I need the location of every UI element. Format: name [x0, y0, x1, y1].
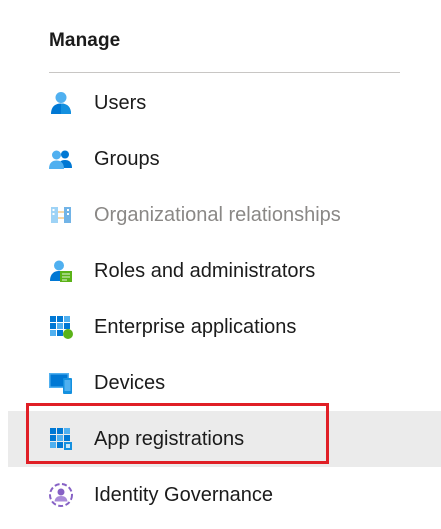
nav-item-label: Users — [94, 91, 147, 114]
nav-item-label: Groups — [94, 147, 160, 170]
group-icon — [48, 146, 74, 172]
nav-item-app-registrations[interactable]: App registrations — [8, 411, 441, 467]
nav-item-roles-and-administrators[interactable]: Roles and administrators — [0, 243, 441, 299]
devices-icon — [48, 370, 74, 396]
nav-item-label: App registrations — [94, 427, 245, 450]
nav-item-label: Roles and administrators — [94, 259, 316, 282]
nav-item-label: Identity Governance — [94, 483, 273, 506]
nav-item-organizational-relationships[interactable]: Organizational relationships — [0, 187, 441, 243]
nav-item-enterprise-applications[interactable]: Enterprise applications — [0, 299, 441, 355]
user-icon — [48, 90, 74, 116]
app-registrations-icon — [48, 426, 74, 452]
nav-item-label: Organizational relationships — [94, 203, 341, 226]
section-divider — [49, 72, 400, 73]
nav-item-identity-governance[interactable]: Identity Governance — [0, 467, 441, 523]
identity-governance-icon — [48, 482, 74, 508]
nav-item-devices[interactable]: Devices — [0, 355, 441, 411]
section-title-manage: Manage — [49, 30, 121, 51]
nav-item-groups[interactable]: Groups — [0, 131, 441, 187]
nav-item-label: Enterprise applications — [94, 315, 297, 338]
roles-icon — [48, 258, 74, 284]
organizational-relationships-icon — [48, 202, 74, 228]
enterprise-apps-icon — [48, 314, 74, 340]
nav-item-users[interactable]: Users — [0, 75, 441, 131]
nav-item-label: Devices — [94, 371, 166, 394]
